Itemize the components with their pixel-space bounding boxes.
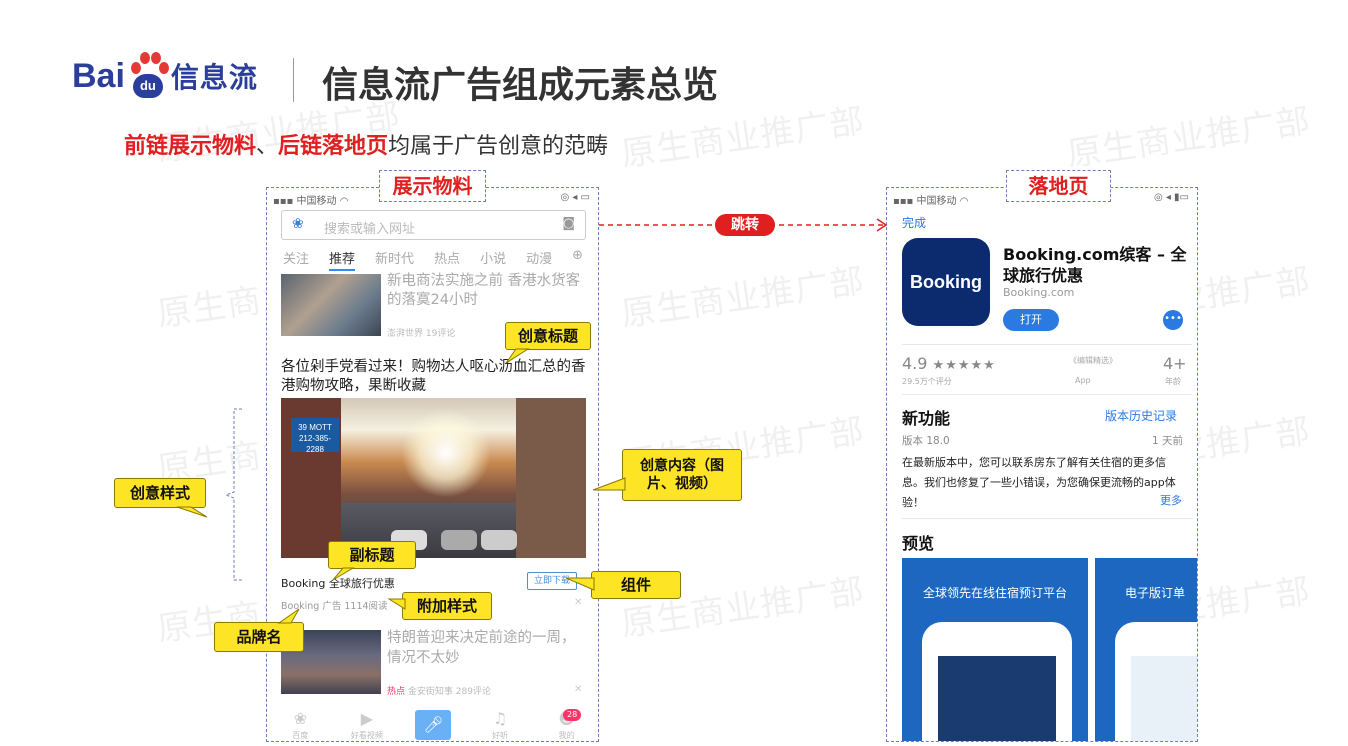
tab-new-era[interactable]: 新时代 [375,248,414,271]
open-button[interactable]: 打开 [1003,309,1059,331]
rating-count: 29.5万个评分 [902,377,952,386]
ad-creative-image[interactable]: 39 MOTT 212-385-2288 [281,398,586,558]
landing-page-tag: 落地页 [1006,170,1111,202]
paw-small-icon: ❀ [292,216,304,232]
jump-label: 跳转 [715,214,775,236]
nav-video[interactable]: ▶ 好看视频 [342,710,392,741]
feed-phone-screenshot: ▪▪▪ 中国移动 ◠ ◎ ◂ ▭ ❀ 搜索或输入网址 ◙ 关注 推荐 新时代 热… [266,187,599,742]
tab-anime[interactable]: 动漫 [526,248,552,271]
tab-follow[interactable]: 关注 [283,248,309,271]
logo-chinese: 信息流 [170,61,258,94]
callout-brand-name: 品牌名 [214,608,304,652]
app-icon: Booking [902,238,990,326]
screenshot-preview[interactable]: 电子版订单 [1095,558,1197,741]
close-icon[interactable]: ✕ [574,684,582,695]
editors-choice-badge: 《编辑精选》 [1069,356,1117,365]
paw-icon: du [127,52,169,100]
callout-creative-style: 创意样式 [114,478,208,518]
baidu-logo: Bai du 信息流 [72,48,258,104]
street-sign: 39 MOTT 212-385-2288 [291,418,339,454]
battery-icon: ◎ ◂ ▮▭ [1153,192,1189,203]
release-time: 1 天前 [1152,435,1184,447]
tab-recommend[interactable]: 推荐 [329,248,356,271]
age-label: 年龄 [1165,377,1181,386]
logo-latin: Bai [72,56,125,95]
play-icon: ▶ [360,709,374,728]
display-material-tag: 展示物料 [379,170,486,202]
release-notes: 在最新版本中，您可以联系房东了解有关住宿的更多信息。我们也修复了一些小错误，为您… [902,456,1176,509]
tab-hot[interactable]: 热点 [434,248,460,271]
version-number: 版本 18.0 [902,435,950,447]
header-divider [293,58,294,102]
bottom-nav: ❀百度 ▶好看视频 🎤︎ ♫好听 ☻我的 [267,706,598,741]
screenshot-preview[interactable]: 全球领先在线住宿预订平台 [902,558,1088,741]
camera-icon[interactable]: ◙ [562,216,575,231]
version-history-link[interactable]: 版本历史记录 [1105,407,1177,424]
done-button[interactable]: 完成 [902,214,926,231]
status-bar: ▪▪▪ 中国移动 ◠ [893,196,969,207]
callout-subtitle: 副标题 [328,541,416,581]
preview-heading: 预览 [902,534,935,553]
paw-icon: ❀ [293,709,307,728]
notification-badge: 28 [563,709,582,721]
status-bar: ▪▪▪ 中国移动 ◠ [273,196,349,207]
rating-score: 4.9 ★★★★★ [902,354,996,373]
search-input[interactable]: ❀ 搜索或输入网址 ◙ [281,210,586,240]
nav-home[interactable]: ❀ 百度 [275,710,325,741]
callout-component: 组件 [565,571,681,599]
news-title[interactable]: 特朗普迎来决定前途的一周，情况不太妙 [387,628,587,668]
callout-creative-title: 创意标题 [505,322,591,364]
news-title[interactable]: 新电商法实施之前 香港水货客的落寞24小时 [387,272,587,310]
callout-creative-content: 创意内容（图片、视频） [592,449,742,501]
watermark: 原生商业推广部 [1064,101,1314,175]
battery-icon: ◎ ◂ ▭ [560,192,590,203]
add-tab-icon[interactable]: ⊕ [572,248,583,271]
headphones-icon: ♫ [492,709,508,728]
app-name: Booking.com缤客 – 全球旅行优惠 [1003,245,1187,285]
star-icons: ★★★★★ [932,358,996,373]
news-meta: 澎湃世界 19评论 [387,329,456,339]
age-rating: 4+ [1163,354,1187,373]
more-options-icon[interactable]: ••• [1163,310,1183,330]
nav-audio[interactable]: ♫ 好听 [475,710,525,741]
app-label: App [1075,376,1091,385]
ad-creative-title[interactable]: 各位剁手党看过来！购物达人呕心沥血汇总的香港购物攻略，果断收藏 [281,358,586,396]
nav-voice[interactable]: 🎤︎ [408,710,458,740]
download-button[interactable]: 立即下载 [527,572,577,590]
callout-extra-style: 附加样式 [387,592,492,620]
more-link[interactable]: 更多 [1160,492,1182,508]
watermark: 原生商业推广部 [618,261,868,335]
close-icon[interactable]: ✕ [574,597,582,608]
whats-new-heading: 新功能 [902,409,951,428]
slide-subtitle: 前链展示物料、后链落地页均属于广告创意的范畴 [124,134,609,159]
microphone-icon: 🎤︎ [415,710,452,740]
feed-tabs: 关注 推荐 新时代 热点 小说 动漫 ⊕ [283,248,583,271]
tab-novel[interactable]: 小说 [480,248,506,271]
app-developer[interactable]: Booking.com [1003,286,1074,299]
creative-style-bracket [224,408,242,581]
landing-phone-screenshot: ▪▪▪ 中国移动 ◠ ◎ ◂ ▮▭ 完成 Booking Booking.com… [886,187,1198,742]
news-meta: 热点 金安街知事 289评论 [387,687,491,697]
slide-title: 信息流广告组成元素总览 [322,65,719,106]
news-thumbnail[interactable] [281,274,381,336]
